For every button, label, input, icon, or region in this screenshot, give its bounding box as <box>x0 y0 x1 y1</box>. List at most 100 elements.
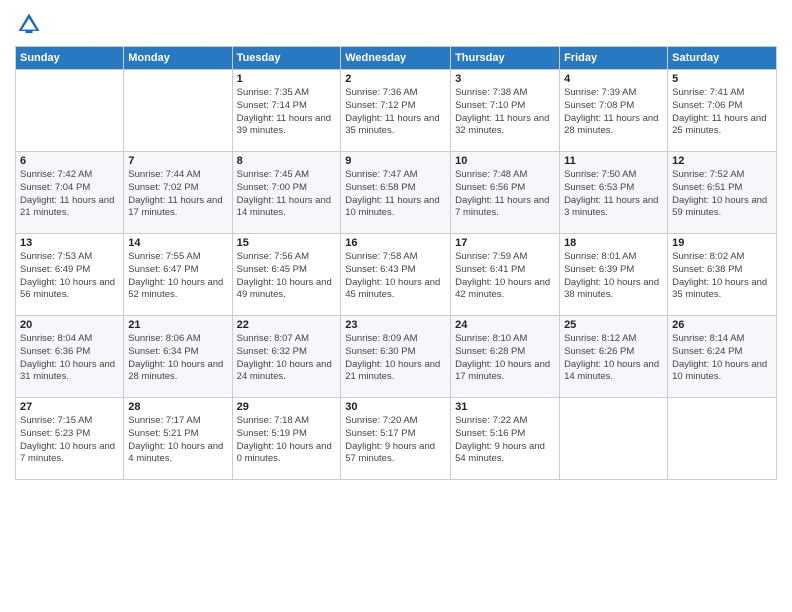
day-number: 29 <box>237 401 337 413</box>
day-info: Sunrise: 7:56 AM Sunset: 6:45 PM Dayligh… <box>237 251 337 302</box>
day-of-week-header: Monday <box>124 47 232 70</box>
day-number: 14 <box>128 237 227 249</box>
day-info: Sunrise: 7:58 AM Sunset: 6:43 PM Dayligh… <box>345 251 446 302</box>
day-number: 8 <box>237 155 337 167</box>
calendar-cell <box>124 70 232 152</box>
calendar-cell: 19 Sunrise: 8:02 AM Sunset: 6:38 PM Dayli… <box>668 234 777 316</box>
calendar-cell: 3 Sunrise: 7:38 AM Sunset: 7:10 PM Daylig… <box>451 70 560 152</box>
day-number: 10 <box>455 155 555 167</box>
calendar-cell: 30 Sunrise: 7:20 AM Sunset: 5:17 PM Dayli… <box>341 398 451 480</box>
day-number: 5 <box>672 73 772 85</box>
day-of-week-header: Wednesday <box>341 47 451 70</box>
calendar-cell: 2 Sunrise: 7:36 AM Sunset: 7:12 PM Daylig… <box>341 70 451 152</box>
day-number: 20 <box>20 319 119 331</box>
calendar-cell: 21 Sunrise: 8:06 AM Sunset: 6:34 PM Dayli… <box>124 316 232 398</box>
header <box>15 10 777 38</box>
calendar-cell: 14 Sunrise: 7:55 AM Sunset: 6:47 PM Dayli… <box>124 234 232 316</box>
day-info: Sunrise: 8:01 AM Sunset: 6:39 PM Dayligh… <box>564 251 663 302</box>
calendar-cell: 4 Sunrise: 7:39 AM Sunset: 7:08 PM Daylig… <box>560 70 668 152</box>
day-number: 11 <box>564 155 663 167</box>
day-info: Sunrise: 7:18 AM Sunset: 5:19 PM Dayligh… <box>237 415 337 466</box>
calendar-week-row: 6 Sunrise: 7:42 AM Sunset: 7:04 PM Daylig… <box>16 152 777 234</box>
day-number: 9 <box>345 155 446 167</box>
day-info: Sunrise: 7:59 AM Sunset: 6:41 PM Dayligh… <box>455 251 555 302</box>
calendar-cell: 27 Sunrise: 7:15 AM Sunset: 5:23 PM Dayli… <box>16 398 124 480</box>
day-info: Sunrise: 7:38 AM Sunset: 7:10 PM Dayligh… <box>455 87 555 138</box>
day-number: 19 <box>672 237 772 249</box>
day-number: 12 <box>672 155 772 167</box>
day-number: 18 <box>564 237 663 249</box>
calendar-cell: 8 Sunrise: 7:45 AM Sunset: 7:00 PM Daylig… <box>232 152 341 234</box>
day-number: 4 <box>564 73 663 85</box>
day-info: Sunrise: 8:07 AM Sunset: 6:32 PM Dayligh… <box>237 333 337 384</box>
calendar-cell: 28Sunrise: 7:17 AM Sunset: 5:21 PM Dayli… <box>124 398 232 480</box>
day-number: 7 <box>128 155 227 167</box>
day-info: Sunrise: 7:35 AM Sunset: 7:14 PM Dayligh… <box>237 87 337 138</box>
day-info: Sunrise: 7:42 AM Sunset: 7:04 PM Dayligh… <box>20 169 119 220</box>
day-info: Sunrise: 7:22 AM Sunset: 5:16 PM Dayligh… <box>455 415 555 466</box>
day-info: Sunrise: 8:14 AM Sunset: 6:24 PM Dayligh… <box>672 333 772 384</box>
day-info: Sunrise: 7:48 AM Sunset: 6:56 PM Dayligh… <box>455 169 555 220</box>
day-info: Sunrise: 7:47 AM Sunset: 6:58 PM Dayligh… <box>345 169 446 220</box>
day-number: 6 <box>20 155 119 167</box>
calendar-cell <box>16 70 124 152</box>
calendar-cell: 12 Sunrise: 7:52 AM Sunset: 6:51 PM Dayli… <box>668 152 777 234</box>
calendar-cell: 11 Sunrise: 7:50 AM Sunset: 6:53 PM Dayli… <box>560 152 668 234</box>
calendar-cell: 29 Sunrise: 7:18 AM Sunset: 5:19 PM Dayli… <box>232 398 341 480</box>
calendar-cell: 10 Sunrise: 7:48 AM Sunset: 6:56 PM Dayli… <box>451 152 560 234</box>
logo-icon <box>15 10 43 38</box>
day-info: Sunrise: 7:44 AM Sunset: 7:02 PM Dayligh… <box>128 169 227 220</box>
day-number: 13 <box>20 237 119 249</box>
day-info: Sunrise: 7:50 AM Sunset: 6:53 PM Dayligh… <box>564 169 663 220</box>
day-info: Sunrise: 7:39 AM Sunset: 7:08 PM Dayligh… <box>564 87 663 138</box>
day-info: Sunrise: 7:55 AM Sunset: 6:47 PM Dayligh… <box>128 251 227 302</box>
day-info: Sunrise: 7:20 AM Sunset: 5:17 PM Dayligh… <box>345 415 446 466</box>
calendar-cell: 1 Sunrise: 7:35 AM Sunset: 7:14 PM Daylig… <box>232 70 341 152</box>
day-number: 2 <box>345 73 446 85</box>
day-of-week-header: Thursday <box>451 47 560 70</box>
day-number: 31 <box>455 401 555 413</box>
calendar-cell: 9 Sunrise: 7:47 AM Sunset: 6:58 PM Daylig… <box>341 152 451 234</box>
day-info: Sunrise: 7:36 AM Sunset: 7:12 PM Dayligh… <box>345 87 446 138</box>
day-info: Sunrise: 7:45 AM Sunset: 7:00 PM Dayligh… <box>237 169 337 220</box>
calendar-cell: 22 Sunrise: 8:07 AM Sunset: 6:32 PM Dayli… <box>232 316 341 398</box>
calendar-cell: 5Sunrise: 7:41 AM Sunset: 7:06 PM Daylig… <box>668 70 777 152</box>
calendar-cell: 13 Sunrise: 7:53 AM Sunset: 6:49 PM Dayli… <box>16 234 124 316</box>
day-number: 22 <box>237 319 337 331</box>
day-info: Sunrise: 8:10 AM Sunset: 6:28 PM Dayligh… <box>455 333 555 384</box>
calendar-cell: 18 Sunrise: 8:01 AM Sunset: 6:39 PM Dayli… <box>560 234 668 316</box>
day-of-week-header: Tuesday <box>232 47 341 70</box>
calendar-week-row: 13 Sunrise: 7:53 AM Sunset: 6:49 PM Dayli… <box>16 234 777 316</box>
calendar-cell: 31 Sunrise: 7:22 AM Sunset: 5:16 PM Dayli… <box>451 398 560 480</box>
day-number: 21 <box>128 319 227 331</box>
calendar-cell: 23Sunrise: 8:09 AM Sunset: 6:30 PM Dayli… <box>341 316 451 398</box>
day-info: Sunrise: 7:15 AM Sunset: 5:23 PM Dayligh… <box>20 415 119 466</box>
day-number: 26 <box>672 319 772 331</box>
page: SundayMondayTuesdayWednesdayThursdayFrid… <box>0 0 792 612</box>
calendar-header-row: SundayMondayTuesdayWednesdayThursdayFrid… <box>16 47 777 70</box>
day-info: Sunrise: 7:17 AM Sunset: 5:21 PM Dayligh… <box>128 415 227 466</box>
day-number: 1 <box>237 73 337 85</box>
day-of-week-header: Friday <box>560 47 668 70</box>
day-number: 17 <box>455 237 555 249</box>
calendar-week-row: 27 Sunrise: 7:15 AM Sunset: 5:23 PM Dayli… <box>16 398 777 480</box>
day-of-week-header: Sunday <box>16 47 124 70</box>
day-info: Sunrise: 8:02 AM Sunset: 6:38 PM Dayligh… <box>672 251 772 302</box>
calendar-cell: 26 Sunrise: 8:14 AM Sunset: 6:24 PM Dayli… <box>668 316 777 398</box>
day-of-week-header: Saturday <box>668 47 777 70</box>
day-info: Sunrise: 7:53 AM Sunset: 6:49 PM Dayligh… <box>20 251 119 302</box>
day-info: Sunrise: 8:12 AM Sunset: 6:26 PM Dayligh… <box>564 333 663 384</box>
day-info: Sunrise: 7:52 AM Sunset: 6:51 PM Dayligh… <box>672 169 772 220</box>
day-number: 27 <box>20 401 119 413</box>
calendar-cell: 6 Sunrise: 7:42 AM Sunset: 7:04 PM Daylig… <box>16 152 124 234</box>
day-number: 30 <box>345 401 446 413</box>
calendar-cell: 24 Sunrise: 8:10 AM Sunset: 6:28 PM Dayli… <box>451 316 560 398</box>
day-number: 3 <box>455 73 555 85</box>
day-number: 25 <box>564 319 663 331</box>
calendar-cell: 7 Sunrise: 7:44 AM Sunset: 7:02 PM Daylig… <box>124 152 232 234</box>
day-number: 24 <box>455 319 555 331</box>
day-number: 15 <box>237 237 337 249</box>
calendar-cell: 15 Sunrise: 7:56 AM Sunset: 6:45 PM Dayli… <box>232 234 341 316</box>
day-info: Sunrise: 8:06 AM Sunset: 6:34 PM Dayligh… <box>128 333 227 384</box>
calendar-cell: 17 Sunrise: 7:59 AM Sunset: 6:41 PM Dayli… <box>451 234 560 316</box>
